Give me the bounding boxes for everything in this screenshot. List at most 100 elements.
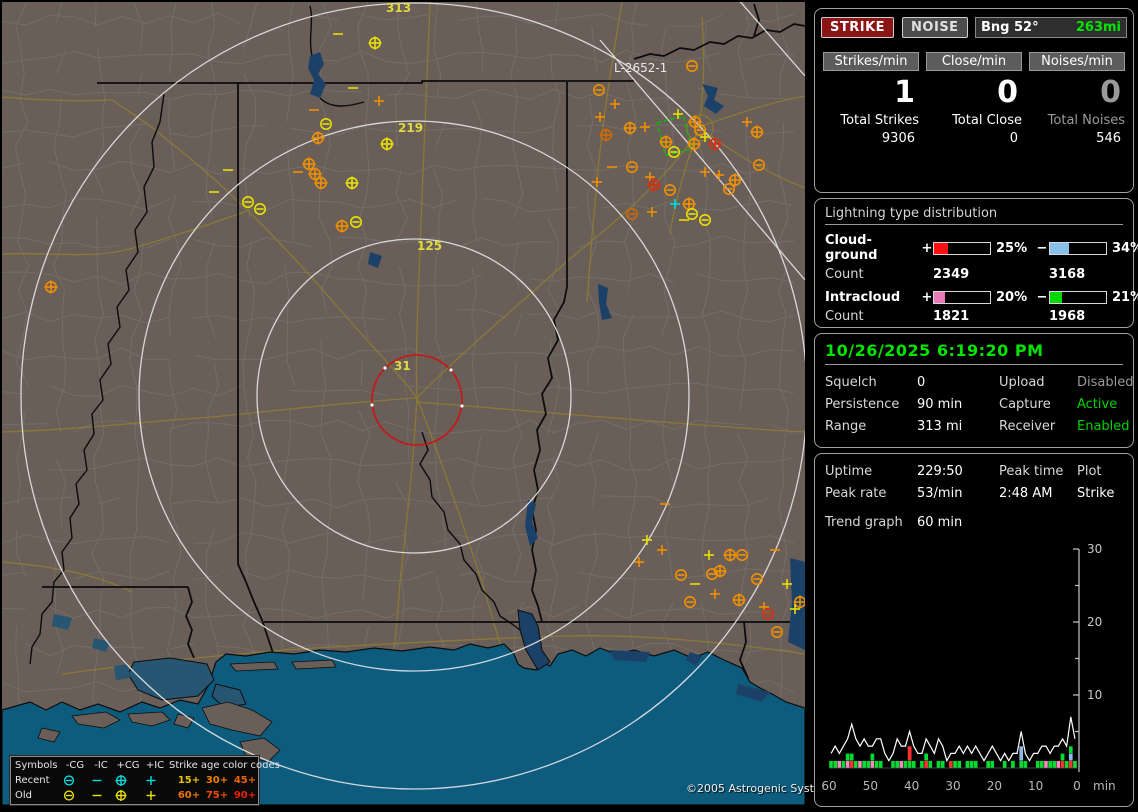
svg-text:0: 0: [1073, 779, 1081, 793]
uptime-label: Uptime: [825, 464, 873, 479]
legend-cg-neg-header: -CG: [65, 760, 85, 771]
svg-text:31: 31: [394, 359, 411, 373]
receiver-status: Enabled: [1077, 419, 1130, 434]
close-column: Close/min 0 Total Close 0: [926, 52, 1022, 146]
legend-row-label: Recent: [15, 775, 50, 786]
trend-graph-label: Trend graph: [825, 515, 903, 530]
legend-ic-pos-header: +IC: [145, 760, 165, 771]
legend-age-75+: 75+: [205, 790, 229, 801]
range-label: Range: [825, 419, 867, 434]
legend-age-30+: 30+: [205, 775, 229, 786]
svg-text:313: 313: [386, 2, 411, 15]
svg-text:L-2652-1: L-2652-1: [614, 61, 667, 75]
ic-neg-count: 1968: [1049, 309, 1086, 324]
ic-neg-pct: 21%: [1112, 290, 1138, 305]
noise-toggle-button[interactable]: NOISE: [902, 17, 968, 38]
cg-pos-count: 2349: [933, 267, 970, 282]
legend-cg-pos-header: +CG: [116, 760, 140, 771]
receiver-label: Receiver: [999, 419, 1056, 434]
symbol-legend: Symbols -CG -IC +CG +IC Strike age color code…: [10, 756, 280, 805]
plot-label: Plot: [1077, 464, 1102, 479]
svg-text:10: 10: [1087, 688, 1102, 702]
legend-m-symbol: [89, 774, 113, 787]
legend-mc-symbol: [61, 789, 89, 802]
plus-sign: +: [921, 240, 933, 256]
svg-text:20: 20: [1087, 615, 1102, 629]
cg-pos-pct: 25%: [996, 240, 1028, 256]
ic-pos-count: 1821: [933, 309, 970, 324]
svg-text:10: 10: [1028, 779, 1043, 793]
distribution-panel: Lightning type distribution Cloud-ground…: [814, 198, 1138, 328]
upload-status: Disabled: [1077, 375, 1134, 390]
capture-status: Active: [1077, 397, 1118, 412]
svg-text:20: 20: [987, 779, 1002, 793]
legend-mc-symbol: [61, 774, 89, 787]
bearing-label: Bng 52°: [981, 20, 1039, 35]
cg-neg-pct: 34%: [1112, 240, 1138, 256]
uptime-value: 229:50: [917, 464, 963, 479]
cg-pos-bar: [933, 241, 991, 255]
trend-graph-value: 60 min: [917, 515, 963, 530]
svg-text:30: 30: [945, 779, 960, 793]
minus-sign: −: [1036, 290, 1048, 305]
count-label: Count: [825, 309, 864, 324]
cloud-ground-label: Cloud-ground: [825, 233, 878, 263]
svg-text:219: 219: [398, 121, 423, 135]
total-strikes-value: 9306: [881, 131, 915, 146]
cg-neg-count: 3168: [1049, 267, 1086, 282]
range-value: 313 mi: [917, 419, 963, 434]
strikes-per-min-header: Strikes/min: [823, 52, 919, 71]
lightning-map[interactable]: 313 219 125 31 L-2652-1 ©2005 Astrogenic Sys…: [2, 2, 837, 805]
svg-text:60: 60: [821, 779, 836, 793]
noises-per-min-header: Noises/min: [1029, 52, 1125, 71]
legend-pc-symbol: [113, 789, 143, 802]
distribution-title: Lightning type distribution: [825, 206, 1123, 225]
squelch-label: Squelch: [825, 375, 877, 390]
counters-panel: STRIKE NOISE Bng 52° 263mi Strikes/min 1…: [814, 8, 1134, 193]
cg-neg-bar: [1049, 241, 1107, 255]
strike-toggle-button[interactable]: STRIKE: [821, 17, 895, 38]
stats-trend-panel: Uptime 229:50 Peak time Plot Peak rate 5…: [814, 453, 1134, 807]
svg-text:40: 40: [904, 779, 919, 793]
total-noises-value: 546: [1096, 131, 1121, 146]
peak-time-label: Peak time: [999, 464, 1064, 479]
svg-text:min: min: [1093, 779, 1116, 793]
strikes-column: Strikes/min 1 Total Strikes 9306: [823, 52, 919, 146]
peak-rate-label: Peak rate: [825, 486, 887, 501]
legend-p-symbol: [143, 789, 167, 802]
capture-label: Capture: [999, 397, 1051, 412]
nexstorm-window: 313 219 125 31 L-2652-1 ©2005 Astrogenic Sys…: [0, 0, 1138, 812]
plus-sign: +: [921, 290, 933, 305]
close-per-min-value: 0: [997, 75, 1018, 110]
legend-m-symbol: [89, 789, 113, 802]
intracloud-label: Intracloud: [825, 290, 901, 305]
svg-text:30: 30: [1087, 542, 1102, 556]
legend-symbols-header: Symbols: [15, 760, 58, 771]
trend-graph: 10 20 30 60 50 40 30 20 10 0 min: [821, 542, 1116, 793]
bearing-range: 263mi: [1075, 20, 1121, 35]
upload-label: Upload: [999, 375, 1045, 390]
peak-time-value: 2:48 AM: [999, 486, 1053, 501]
legend-age-title: Strike age color codes: [169, 760, 280, 771]
total-strikes-label: Total Strikes: [840, 113, 919, 128]
legend-age-15+: 15+: [177, 775, 201, 786]
persistence-label: Persistence: [825, 397, 900, 412]
total-close-value: 0: [1009, 131, 1018, 146]
legend-p-symbol: [143, 774, 167, 787]
ic-pos-pct: 20%: [996, 290, 1028, 305]
total-close-label: Total Close: [952, 113, 1022, 128]
ic-neg-bar: [1049, 291, 1107, 304]
peak-rate-value: 53/min: [917, 486, 963, 501]
svg-text:125: 125: [417, 239, 442, 253]
total-noises-label: Total Noises: [1047, 113, 1125, 128]
strikes-per-min-value: 1: [894, 75, 915, 110]
legend-age-90+: 90+: [233, 790, 257, 801]
legend-age-60+: 60+: [177, 790, 201, 801]
legend-ic-neg-header: -IC: [94, 760, 108, 771]
bearing-display: Bng 52° 263mi: [975, 17, 1127, 38]
minus-sign: −: [1036, 240, 1048, 256]
status-panel: 10/26/2025 6:19:20 PM Squelch 0 Upload D…: [814, 333, 1134, 448]
close-per-min-header: Close/min: [926, 52, 1022, 71]
legend-pc-symbol: [113, 774, 143, 787]
svg-text:50: 50: [863, 779, 878, 793]
